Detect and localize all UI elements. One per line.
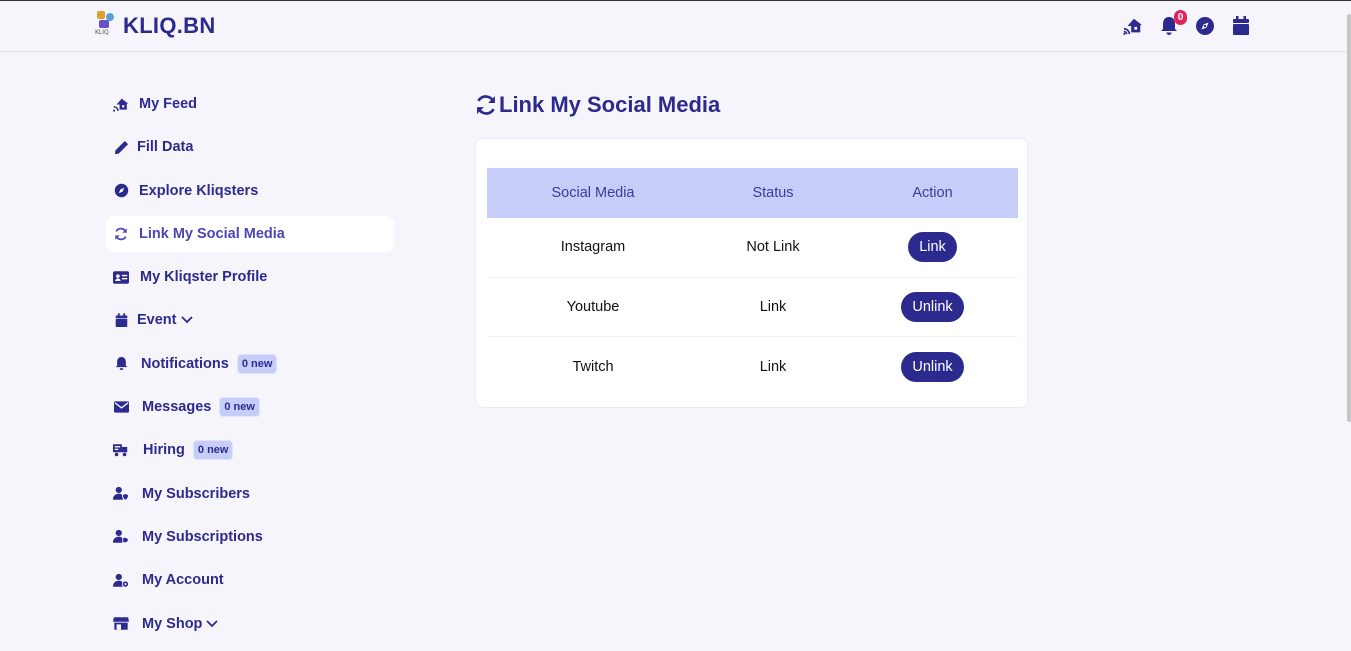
unlink-twitch-button[interactable]: Unlink bbox=[901, 351, 964, 382]
social-media-name: Twitch bbox=[572, 358, 614, 375]
sidebar-item-label: Messages bbox=[142, 399, 212, 416]
sidebar-item-my-kliqster-profile[interactable]: My Kliqster Profile bbox=[106, 259, 394, 295]
sidebar-item-my-feed[interactable]: My Feed bbox=[106, 86, 394, 122]
table-row-instagram: Instagram Not Link Link bbox=[487, 218, 1018, 278]
logo-text: KLIQ bbox=[95, 29, 109, 36]
feed-home-icon[interactable] bbox=[1123, 15, 1143, 37]
social-media-card: Social Media Status Action Instagram Not… bbox=[475, 138, 1028, 408]
action-cell: Unlink bbox=[847, 291, 1018, 322]
page-title-text: Link My Social Media bbox=[499, 92, 721, 117]
sync-icon bbox=[475, 94, 497, 116]
sidebar-item-label: My Account bbox=[142, 572, 224, 589]
top-icons: 0 bbox=[1123, 10, 1251, 37]
hiring-truck-icon bbox=[113, 442, 129, 458]
new-count-badge: 0 new bbox=[219, 397, 260, 418]
sidebar-item-label: My Kliqster Profile bbox=[140, 269, 268, 286]
envelope-icon bbox=[113, 399, 129, 415]
calendar-icon[interactable] bbox=[1231, 15, 1251, 37]
sidebar-item-messages[interactable]: Messages 0 new bbox=[106, 389, 394, 425]
link-instagram-button[interactable]: Link bbox=[908, 232, 957, 263]
sidebar-item-label: Hiring bbox=[143, 442, 185, 459]
feed-home-icon bbox=[113, 96, 129, 112]
user-gear-icon bbox=[113, 572, 129, 588]
id-card-icon bbox=[113, 269, 129, 285]
table-row-twitch: Twitch Link Unlink bbox=[487, 337, 1018, 397]
sidebar-item-my-shop[interactable]: My Shop bbox=[106, 606, 394, 642]
sidebar-item-explore-kliqsters[interactable]: Explore Kliqsters bbox=[106, 173, 394, 209]
social-media-table: Social Media Status Action Instagram Not… bbox=[487, 168, 1018, 397]
social-media-name: Instagram bbox=[560, 239, 626, 256]
store-icon bbox=[113, 616, 129, 632]
link-status: Not Link bbox=[746, 239, 800, 256]
sidebar-item-my-subscriptions[interactable]: My Subscriptions bbox=[106, 519, 394, 555]
sidebar-item-event[interactable]: Event bbox=[106, 302, 394, 338]
sidebar-item-label: My Feed bbox=[139, 96, 198, 112]
sidebar-item-notifications[interactable]: Notifications 0 new bbox=[106, 346, 394, 382]
link-status: Link bbox=[759, 298, 787, 315]
social-media-name: Youtube bbox=[566, 298, 620, 315]
column-header-status: Status bbox=[752, 185, 794, 201]
sidebar-item-fill-data[interactable]: Fill Data bbox=[106, 129, 394, 165]
new-count-badge: 0 new bbox=[236, 353, 278, 374]
sidebar-item-label: My Subscriptions bbox=[142, 528, 263, 545]
action-cell: Unlink bbox=[847, 351, 1018, 382]
top-bar: KLIQ KLIQ.BN 0 bbox=[0, 0, 1351, 52]
sidebar-item-label: Fill Data bbox=[137, 139, 194, 156]
sidebar-item-hiring[interactable]: Hiring 0 new bbox=[106, 432, 394, 468]
new-count-badge: 0 new bbox=[192, 440, 234, 461]
table-header: Social Media Status Action bbox=[487, 168, 1018, 218]
sidebar-item-link-my-social-media[interactable]: Link My Social Media bbox=[106, 215, 394, 252]
kliq-logo: KLIQ bbox=[95, 11, 117, 41]
chevron-down-icon bbox=[206, 619, 219, 628]
page-title: Link My Social Media bbox=[475, 92, 720, 118]
bell-icon bbox=[113, 356, 129, 372]
sidebar-item-my-account[interactable]: My Account bbox=[106, 562, 394, 598]
notifications-bell-icon[interactable]: 0 bbox=[1159, 10, 1187, 37]
sidebar-item-my-subscribers[interactable]: My Subscribers bbox=[106, 476, 394, 512]
compass-icon[interactable] bbox=[1195, 15, 1215, 37]
page-scrollbar[interactable] bbox=[1347, 14, 1351, 422]
column-header-action: Action bbox=[912, 185, 953, 201]
column-header-social-media: Social Media bbox=[551, 185, 635, 201]
unlink-youtube-button[interactable]: Unlink bbox=[901, 291, 964, 322]
sidebar-item-label: Link My Social Media bbox=[139, 225, 285, 242]
compass-icon bbox=[113, 183, 129, 199]
sidebar-item-label: Notifications bbox=[141, 355, 229, 372]
sync-icon bbox=[113, 226, 129, 242]
user-tag-icon bbox=[113, 529, 129, 545]
pencil-icon bbox=[113, 139, 129, 155]
sidebar-item-label: Explore Kliqsters bbox=[139, 182, 259, 199]
brand-name: KLIQ.BN bbox=[123, 13, 216, 38]
user-shield-icon bbox=[113, 486, 129, 502]
link-status: Link bbox=[759, 358, 787, 375]
table-row-youtube: Youtube Link Unlink bbox=[487, 278, 1018, 337]
sidebar-item-label: My Shop bbox=[142, 615, 203, 632]
notifications-count-badge: 0 bbox=[1174, 10, 1187, 25]
brand[interactable]: KLIQ KLIQ.BN bbox=[95, 11, 216, 41]
action-cell: Link bbox=[847, 232, 1018, 263]
calendar-icon bbox=[113, 312, 129, 328]
sidebar: My Feed Fill Data Explore Kliqsters Link… bbox=[106, 86, 394, 649]
chevron-down-icon bbox=[180, 316, 193, 324]
sidebar-item-label: My Subscribers bbox=[142, 485, 250, 502]
sidebar-item-label: Event bbox=[137, 312, 177, 329]
